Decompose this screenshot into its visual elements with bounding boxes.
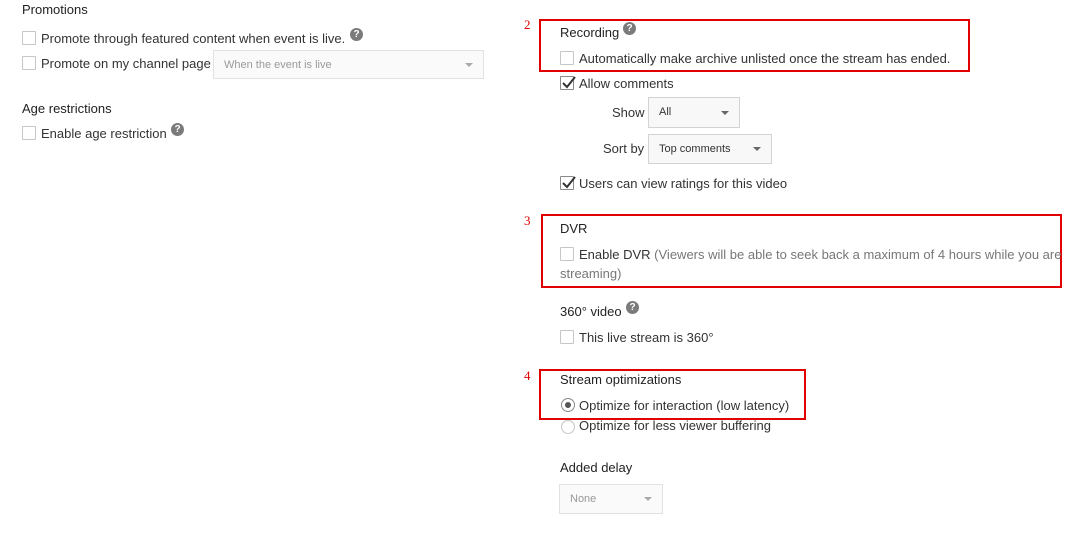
chevron-down-icon: [644, 497, 652, 501]
added-delay-select-value: None: [570, 493, 597, 505]
low-latency-radio[interactable]: [561, 398, 575, 412]
dvr-note-line1: (Viewers will be able to seek back a max…: [654, 247, 1062, 262]
promote-channel-select-value: When the event is live: [224, 59, 332, 71]
age-heading: Age restrictions: [22, 101, 112, 116]
promote-channel-checkbox[interactable]: [22, 56, 36, 70]
help-icon[interactable]: ?: [623, 22, 636, 35]
annotation-number-4: 4: [524, 368, 531, 383]
help-icon[interactable]: ?: [171, 123, 184, 136]
added-delay-select[interactable]: None: [559, 484, 663, 514]
radio-selected-dot: [565, 402, 571, 408]
sort-by-select-value: Top comments: [659, 143, 731, 155]
low-latency-label: Optimize for interaction (low latency): [579, 398, 790, 413]
unlisted-archive-checkbox[interactable]: [560, 51, 574, 65]
help-icon[interactable]: ?: [626, 301, 639, 314]
recording-heading: Recording: [560, 25, 620, 40]
video360-heading: 360° video: [560, 304, 622, 319]
enable-dvr-checkbox[interactable]: [560, 247, 574, 261]
allow-comments-checkbox[interactable]: [560, 76, 576, 90]
video360-checkbox[interactable]: [560, 330, 574, 344]
annotation-number-3: 3: [524, 213, 531, 228]
less-buffering-radio[interactable]: [561, 420, 575, 434]
enable-dvr-text: Enable DVR: [579, 247, 651, 262]
unlisted-archive-label: Automatically make archive unlisted once…: [579, 51, 951, 66]
promote-channel-label: Promote on my channel page: [41, 56, 211, 71]
help-icon[interactable]: ?: [350, 28, 363, 41]
allow-comments-label: Allow comments: [579, 76, 674, 91]
added-delay-heading: Added delay: [560, 460, 633, 475]
promote-featured-label: Promote through featured content when ev…: [41, 31, 346, 46]
sort-by-label: Sort by: [603, 141, 645, 156]
chevron-down-icon: [465, 62, 473, 67]
show-label: Show: [612, 105, 645, 120]
promote-channel-select[interactable]: When the event is live: [213, 50, 484, 79]
promotions-heading: Promotions: [22, 2, 88, 17]
show-select-value: All: [659, 106, 672, 118]
video360-label: This live stream is 360°: [579, 330, 714, 345]
view-ratings-label: Users can view ratings for this video: [579, 176, 788, 191]
enable-dvr-label: Enable DVR (Viewers will be able to seek…: [579, 247, 1061, 262]
checkmark-icon: [562, 176, 576, 189]
age-restriction-label: Enable age restriction: [41, 126, 167, 141]
show-select[interactable]: All: [648, 97, 740, 128]
stream-opt-heading: Stream optimizations: [560, 372, 682, 387]
annotation-number-2: 2: [524, 17, 531, 32]
checkmark-icon: [562, 76, 576, 89]
chevron-down-icon: [721, 110, 729, 115]
chevron-down-icon: [753, 147, 761, 151]
promote-featured-checkbox[interactable]: [22, 31, 36, 45]
sort-by-select[interactable]: Top comments: [648, 134, 772, 164]
age-restriction-checkbox[interactable]: [22, 126, 36, 140]
less-buffering-label: Optimize for less viewer buffering: [579, 418, 771, 433]
dvr-note-line2: streaming): [560, 266, 622, 281]
view-ratings-checkbox[interactable]: [560, 176, 576, 190]
dvr-heading: DVR: [560, 221, 588, 236]
